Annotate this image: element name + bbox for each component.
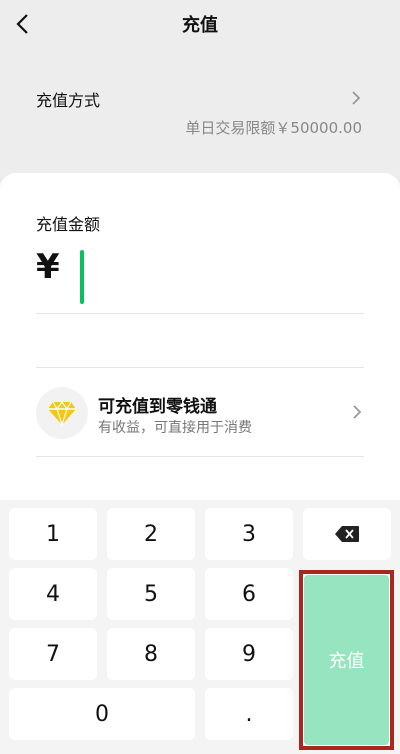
chevron-right-icon: [353, 405, 362, 419]
key-3[interactable]: 3: [205, 508, 293, 560]
lingqiantong-title: 可充值到零钱通: [98, 397, 217, 417]
header-bar: 充值: [0, 0, 400, 48]
recharge-button[interactable]: 充值: [304, 575, 389, 745]
bottom-divider: [36, 456, 364, 457]
recharge-method-row[interactable]: 充值方式 单日交易限额￥50000.00: [0, 70, 400, 150]
recharge-button-highlight: 充值: [299, 570, 394, 750]
page-title: 充值: [182, 15, 218, 36]
daily-limit-text: 单日交易限额￥50000.00: [185, 119, 362, 137]
currency-symbol: ¥: [36, 247, 60, 287]
key-2[interactable]: 2: [107, 508, 195, 560]
section-divider: [36, 367, 364, 368]
lingqiantong-subtitle: 有收益，可直接用于消费: [98, 420, 252, 436]
key-7[interactable]: 7: [9, 628, 97, 680]
amount-label: 充值金额: [36, 215, 101, 234]
key-8[interactable]: 8: [107, 628, 195, 680]
key-4[interactable]: 4: [9, 568, 97, 620]
key-decimal[interactable]: .: [205, 688, 293, 740]
key-6[interactable]: 6: [205, 568, 293, 620]
amount-input-cursor[interactable]: [80, 250, 84, 304]
lingqiantong-row[interactable]: 可充值到零钱通 有收益，可直接用于消费: [36, 371, 364, 455]
backspace-key[interactable]: [303, 508, 391, 560]
key-9[interactable]: 9: [205, 628, 293, 680]
diamond-badge: [36, 387, 88, 439]
key-1[interactable]: 1: [9, 508, 97, 560]
amount-divider: [36, 313, 364, 314]
recharge-method-label: 充值方式: [36, 91, 101, 110]
numeric-keypad: 1 2 3 4 5 6 7 8 9 0 . 充值: [0, 500, 400, 754]
chevron-right-icon: [352, 91, 361, 105]
diamond-icon: [48, 400, 76, 426]
amount-card: 充值金额 ¥ 可充值到零钱通 有收益，可直接用于消费: [0, 173, 400, 503]
key-0[interactable]: 0: [9, 688, 195, 740]
backspace-icon: [335, 526, 359, 542]
key-5[interactable]: 5: [107, 568, 195, 620]
